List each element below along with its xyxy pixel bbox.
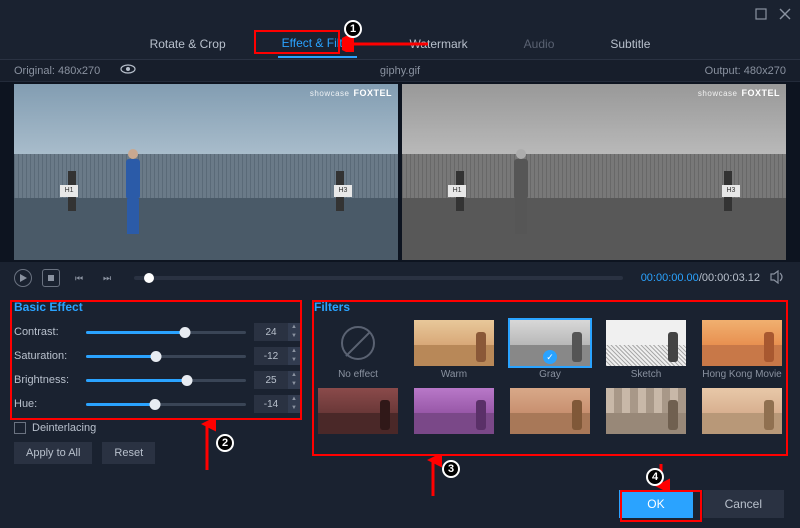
volume-icon[interactable]	[770, 270, 786, 287]
brightness-label: Brightness:	[14, 374, 78, 386]
brightness-down[interactable]: ▼	[288, 380, 300, 389]
filter-sketch[interactable]: Sketch	[602, 320, 690, 380]
hue-up[interactable]: ▲	[288, 395, 300, 404]
filter-hongkong[interactable]: Hong Kong Movie	[698, 320, 786, 380]
close-icon[interactable]	[778, 7, 792, 21]
contrast-down[interactable]: ▼	[288, 332, 300, 341]
maximize-icon[interactable]	[754, 7, 768, 21]
annotation-arrow-1	[342, 36, 432, 52]
info-bar: Original: 480x270 giphy.gif Output: 480x…	[0, 60, 800, 82]
filter-row2-1[interactable]	[314, 388, 402, 434]
filter-warm[interactable]: Warm	[410, 320, 498, 380]
filters-panel: Filters No effect Warm ✓ Gray Sketch Hon…	[314, 300, 786, 482]
no-effect-icon	[341, 326, 375, 360]
annotation-number-2: 2	[216, 434, 234, 452]
filter-row2-3[interactable]	[506, 388, 594, 434]
saturation-down[interactable]: ▼	[288, 356, 300, 365]
playhead-thumb[interactable]	[144, 273, 154, 283]
saturation-slider[interactable]	[86, 355, 246, 358]
playback-bar: ⏮ ⏭ 00:00:00.00/00:00:03.12	[0, 262, 800, 294]
brightness-up[interactable]: ▲	[288, 371, 300, 380]
brightness-value-box[interactable]: 25▲▼	[254, 371, 300, 389]
scene-sign-h1: H1	[60, 185, 78, 197]
apply-to-all-button[interactable]: Apply to All	[14, 442, 92, 464]
ok-button[interactable]: OK	[619, 490, 692, 518]
filter-label-noeffect: No effect	[338, 369, 378, 380]
filter-row2-5[interactable]	[698, 388, 786, 434]
contrast-label: Contrast:	[14, 326, 78, 338]
deinterlacing-row: Deinterlacing	[14, 422, 300, 434]
timecode: 00:00:00.00/00:00:03.12	[641, 272, 760, 284]
footer: OK Cancel	[619, 490, 784, 518]
hue-value-box[interactable]: -14▲▼	[254, 395, 300, 413]
deinterlacing-label: Deinterlacing	[32, 422, 96, 434]
saturation-label: Saturation:	[14, 350, 78, 362]
annotation-arrow-3	[424, 454, 442, 500]
annotation-number-3: 3	[442, 460, 460, 478]
tab-audio: Audio	[520, 31, 559, 57]
scene-sign-h3-out: H3	[722, 185, 740, 197]
annotation-arrow-2	[198, 418, 216, 474]
filter-no-effect[interactable]: No effect	[314, 320, 402, 380]
original-preview-pane: H1 H3 showcaseFOXTEL	[14, 84, 398, 260]
cancel-button[interactable]: Cancel	[703, 490, 784, 518]
filter-gray[interactable]: ✓ Gray	[506, 320, 594, 380]
saturation-value-box[interactable]: -12▲▼	[254, 347, 300, 365]
filter-label-sketch: Sketch	[631, 369, 662, 380]
filter-label-hongkong: Hong Kong Movie	[702, 369, 782, 380]
contrast-up[interactable]: ▲	[288, 323, 300, 332]
tab-rotate-crop[interactable]: Rotate & Crop	[146, 31, 230, 57]
filename-label: giphy.gif	[380, 65, 420, 77]
prev-frame-button[interactable]: ⏮	[70, 269, 88, 287]
saturation-up[interactable]: ▲	[288, 347, 300, 356]
output-resolution-label: Output: 480x270	[705, 65, 786, 77]
annotation-number-1: 1	[344, 20, 362, 38]
check-icon: ✓	[543, 350, 557, 364]
preview-area: H1 H3 showcaseFOXTEL H1 H3 showcaseFOXTE…	[0, 82, 800, 262]
play-button[interactable]	[14, 269, 32, 287]
watermark-text: showcaseFOXTEL	[310, 88, 392, 98]
scene-sign-h1-out: H1	[448, 185, 466, 197]
deinterlacing-checkbox[interactable]	[14, 422, 26, 434]
window-titlebar	[0, 0, 800, 28]
playhead-track[interactable]	[134, 276, 623, 280]
hue-down[interactable]: ▼	[288, 404, 300, 413]
filter-label-gray: Gray	[539, 369, 561, 380]
hue-label: Hue:	[14, 398, 78, 410]
contrast-value-box[interactable]: 24▲▼	[254, 323, 300, 341]
filter-row2-4[interactable]	[602, 388, 690, 434]
filter-label-warm: Warm	[441, 369, 467, 380]
basic-effect-panel: Basic Effect Contrast: 24▲▼ Saturation: …	[14, 300, 300, 482]
scene-sign-h3: H3	[334, 185, 352, 197]
reset-button[interactable]: Reset	[102, 442, 155, 464]
output-preview-pane: H1 H3 showcaseFOXTEL	[402, 84, 786, 260]
eye-icon[interactable]	[120, 64, 136, 77]
original-resolution-label: Original: 480x270	[14, 65, 100, 77]
filters-title: Filters	[314, 300, 786, 314]
annotation-number-4: 4	[646, 468, 664, 486]
stop-button[interactable]	[42, 269, 60, 287]
brightness-slider[interactable]	[86, 379, 246, 382]
contrast-slider[interactable]	[86, 331, 246, 334]
basic-effect-title: Basic Effect	[14, 300, 300, 314]
filter-row2-2[interactable]	[410, 388, 498, 434]
hue-slider[interactable]	[86, 403, 246, 406]
watermark-text-out: showcaseFOXTEL	[698, 88, 780, 98]
tab-subtitle[interactable]: Subtitle	[606, 31, 654, 57]
next-frame-button[interactable]: ⏭	[98, 269, 116, 287]
